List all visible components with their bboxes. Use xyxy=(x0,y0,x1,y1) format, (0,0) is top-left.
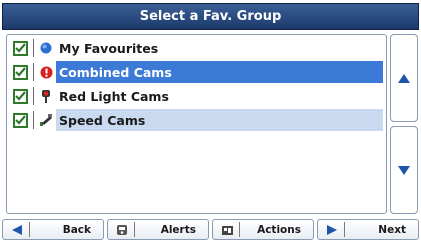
button-divider xyxy=(239,222,240,237)
checkmark-icon xyxy=(15,67,26,77)
checkmark-icon xyxy=(15,91,26,101)
group-list: My Favourites Combined Cams Red Light Ca… xyxy=(6,34,387,214)
list-item-label: Combined Cams xyxy=(56,61,383,83)
arrow-left-icon xyxy=(9,222,25,238)
list-item-my-favourites[interactable]: My Favourites xyxy=(10,37,383,59)
scroll-down-button[interactable] xyxy=(390,126,418,214)
row-divider xyxy=(33,87,34,105)
alerts-button[interactable]: Alerts xyxy=(107,219,209,240)
list-item-label: Red Light Cams xyxy=(59,88,169,104)
list-item-label: Speed Cams xyxy=(56,109,383,131)
arrow-up-icon xyxy=(398,73,410,83)
next-label: Next xyxy=(378,223,406,236)
button-divider xyxy=(344,222,345,237)
back-label: Back xyxy=(62,223,91,236)
button-divider xyxy=(134,222,135,237)
checkbox-my-favourites[interactable] xyxy=(13,40,28,56)
app-window: Select a Fav. Group My Favourites Combin… xyxy=(0,0,421,242)
page-title: Select a Fav. Group xyxy=(139,9,282,24)
list-item-red-light-cams[interactable]: Red Light Cams xyxy=(10,85,383,107)
back-button[interactable]: Back xyxy=(2,219,104,240)
checkbox-speed-cams[interactable] xyxy=(13,112,28,128)
actions-label: Actions xyxy=(257,223,301,236)
button-divider xyxy=(29,222,30,237)
row-divider xyxy=(33,111,34,129)
title-bar: Select a Fav. Group xyxy=(2,3,419,30)
warning-icon xyxy=(39,64,53,80)
arrow-right-icon xyxy=(324,222,340,238)
arrow-down-icon xyxy=(398,165,410,175)
list-item-label: My Favourites xyxy=(59,40,159,56)
globe-icon xyxy=(39,40,53,56)
checkbox-combined-cams[interactable] xyxy=(13,64,28,80)
actions-button[interactable]: Actions xyxy=(212,219,314,240)
bottom-toolbar: Back Alerts Actions Next xyxy=(2,219,419,240)
row-divider xyxy=(33,63,34,81)
alerts-label: Alerts xyxy=(160,223,196,236)
list-item-speed-cams[interactable]: Speed Cams xyxy=(10,109,383,131)
list-item-combined-cams[interactable]: Combined Cams xyxy=(10,61,383,83)
next-button[interactable]: Next xyxy=(317,219,419,240)
alerts-icon xyxy=(114,222,130,238)
row-divider xyxy=(33,39,34,57)
checkbox-red-light-cams[interactable] xyxy=(13,88,28,104)
scroll-up-button[interactable] xyxy=(390,34,418,122)
speed-camera-icon xyxy=(39,112,53,128)
checkmark-icon xyxy=(15,115,26,125)
actions-icon xyxy=(219,222,235,238)
checkmark-icon xyxy=(15,43,26,53)
traffic-light-icon xyxy=(39,88,53,104)
